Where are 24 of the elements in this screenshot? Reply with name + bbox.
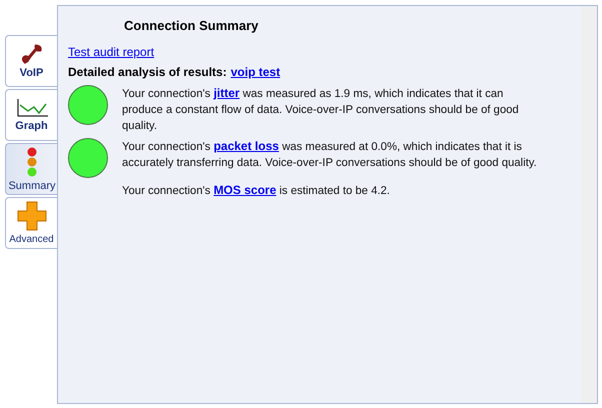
side-tab[interactable]: VoIP (5, 35, 57, 87)
side-tab[interactable]: Advanced (5, 197, 57, 249)
side-tab[interactable]: Summary (5, 143, 58, 195)
panel-title: Connection Summary (124, 18, 260, 33)
status-light (68, 138, 108, 178)
metric-link[interactable]: MOS score (214, 183, 276, 197)
phone-icon (20, 44, 42, 64)
report-link[interactable]: Test audit report (68, 45, 154, 59)
tab-label: Summary (8, 180, 56, 192)
metric-link[interactable]: packet loss (214, 139, 279, 153)
tab-label: VoIP (20, 66, 44, 78)
plus-icon (16, 201, 46, 231)
tab-label: Graph (15, 120, 48, 132)
line-graph-icon (16, 98, 48, 116)
result-text: Your connection's MOS score is estimated to be 4.2. (122, 182, 390, 199)
test-link[interactable]: voip test (230, 65, 280, 79)
metric-link[interactable]: jitter (214, 86, 240, 100)
status-light (68, 85, 108, 125)
traffic-light-icon (26, 146, 38, 176)
result-text: Your connection's jitter was measured as 1.9 ms, which indicates that it can produce a constant flow of data. Voice-over-IP conversations should be of good quality. (122, 85, 520, 134)
result-text: Your connection's packet loss was measured at 0.0%, which indicates that it is accurately transferring data. Voice-over-IP conversations should be of good quality. (122, 138, 538, 171)
tab-label: Advanced (9, 234, 54, 245)
analysis-label: Detailed analysis of results: (68, 65, 227, 79)
side-tab[interactable]: Graph (5, 89, 57, 141)
